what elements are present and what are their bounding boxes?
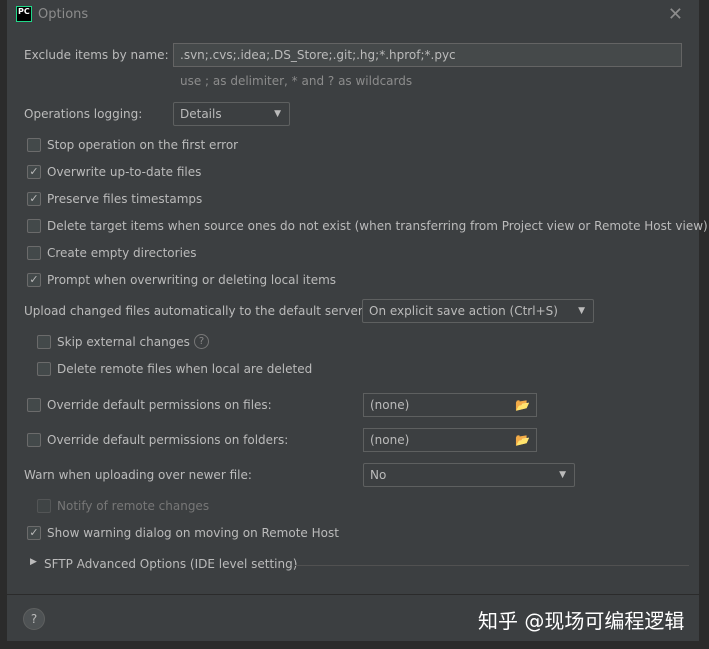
help-icon[interactable]: ? — [194, 334, 209, 349]
options-dialog: PC Options ✕ Exclude items by name: .svn… — [7, 0, 708, 641]
upload-select[interactable]: On explicit save action (Ctrl+S) ▼ — [362, 299, 594, 323]
dialog-title: Options — [38, 7, 89, 22]
option-checkbox[interactable] — [27, 219, 41, 233]
title-bar: PC Options ✕ — [7, 0, 699, 30]
watermark: 知乎 @现场可编程逻辑 — [478, 609, 685, 633]
option-label: Create empty directories — [47, 246, 197, 260]
folder-icon[interactable]: 📂 — [515, 394, 530, 416]
pycharm-logo-icon: PC — [16, 6, 32, 22]
option-checkbox[interactable]: ✓ — [27, 165, 41, 179]
option-label: Delete target items when source ones do … — [47, 219, 708, 233]
exclude-input[interactable]: .svn;.cvs;.idea;.DS_Store;.git;.hg;*.hpr… — [173, 43, 682, 67]
perm-folders-label: Override default permissions on folders: — [47, 433, 289, 447]
logging-label: Operations logging: — [24, 107, 143, 121]
delete-remote-checkbox[interactable] — [37, 362, 51, 376]
notify-checkbox[interactable] — [37, 499, 51, 513]
logging-value: Details — [180, 107, 222, 121]
perm-files-value: (none) — [370, 398, 410, 412]
show-warning-label: Show warning dialog on moving on Remote … — [47, 526, 339, 540]
show-warning-checkbox[interactable]: ✓ — [27, 526, 41, 540]
option-checkbox[interactable] — [27, 246, 41, 260]
skip-external-label: Skip external changes — [57, 335, 190, 349]
perm-folders-checkbox[interactable] — [27, 433, 41, 447]
expand-triangle-icon[interactable]: ▶ — [30, 557, 37, 567]
option-label: Stop operation on the first error — [47, 138, 239, 152]
option-label: Preserve files timestamps — [47, 192, 203, 206]
skip-external-checkbox[interactable] — [37, 335, 51, 349]
chevron-down-icon: ▼ — [559, 470, 566, 480]
close-icon[interactable]: ✕ — [668, 4, 683, 25]
help-button[interactable]: ? — [23, 608, 45, 630]
option-checkbox[interactable] — [27, 138, 41, 152]
warn-value: No — [370, 468, 387, 482]
notify-label: Notify of remote changes — [57, 499, 210, 513]
warn-label: Warn when uploading over newer file: — [24, 468, 252, 482]
footer-divider — [7, 594, 699, 595]
perm-folders-value: (none) — [370, 433, 410, 447]
logging-select[interactable]: Details ▼ — [173, 102, 290, 126]
upload-value: On explicit save action (Ctrl+S) — [369, 304, 558, 318]
warn-select[interactable]: No ▼ — [363, 463, 575, 487]
perm-files-label: Override default permissions on files: — [47, 398, 272, 412]
option-label: Overwrite up-to-date files — [47, 165, 202, 179]
delete-remote-label: Delete remote files when local are delet… — [57, 362, 313, 376]
sftp-advanced-toggle[interactable]: SFTP Advanced Options (IDE level setting… — [44, 557, 297, 571]
exclude-label: Exclude items by name: — [24, 48, 169, 62]
upload-label: Upload changed files automatically to th… — [24, 304, 363, 318]
folder-icon[interactable]: 📂 — [515, 429, 530, 451]
chevron-down-icon: ▼ — [578, 306, 585, 316]
option-label: Prompt when overwriting or deleting loca… — [47, 273, 337, 287]
option-checkbox[interactable]: ✓ — [27, 273, 41, 287]
separator — [295, 565, 689, 566]
option-checkbox[interactable]: ✓ — [27, 192, 41, 206]
perm-folders-input[interactable]: (none) 📂 — [363, 428, 537, 452]
perm-files-checkbox[interactable] — [27, 398, 41, 412]
exclude-hint: use ; as delimiter, * and ? as wildcards — [180, 74, 413, 88]
perm-files-input[interactable]: (none) 📂 — [363, 393, 537, 417]
chevron-down-icon: ▼ — [274, 109, 281, 119]
